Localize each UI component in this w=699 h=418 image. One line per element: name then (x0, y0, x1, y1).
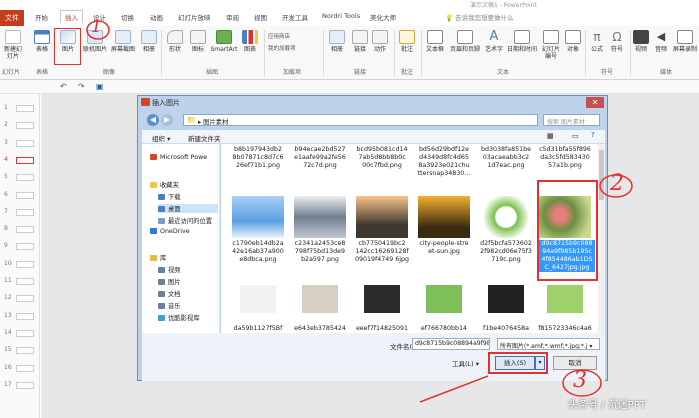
annotation-number-2: 2 (610, 171, 624, 196)
annotation-strokes (86, 20, 633, 403)
annotation-number-3: 3 (573, 368, 587, 393)
annotation-number-1: 1 (91, 17, 102, 37)
watermark: 头条号 / 沉迷PPT (568, 400, 646, 411)
annotation-arrow (419, 375, 489, 403)
